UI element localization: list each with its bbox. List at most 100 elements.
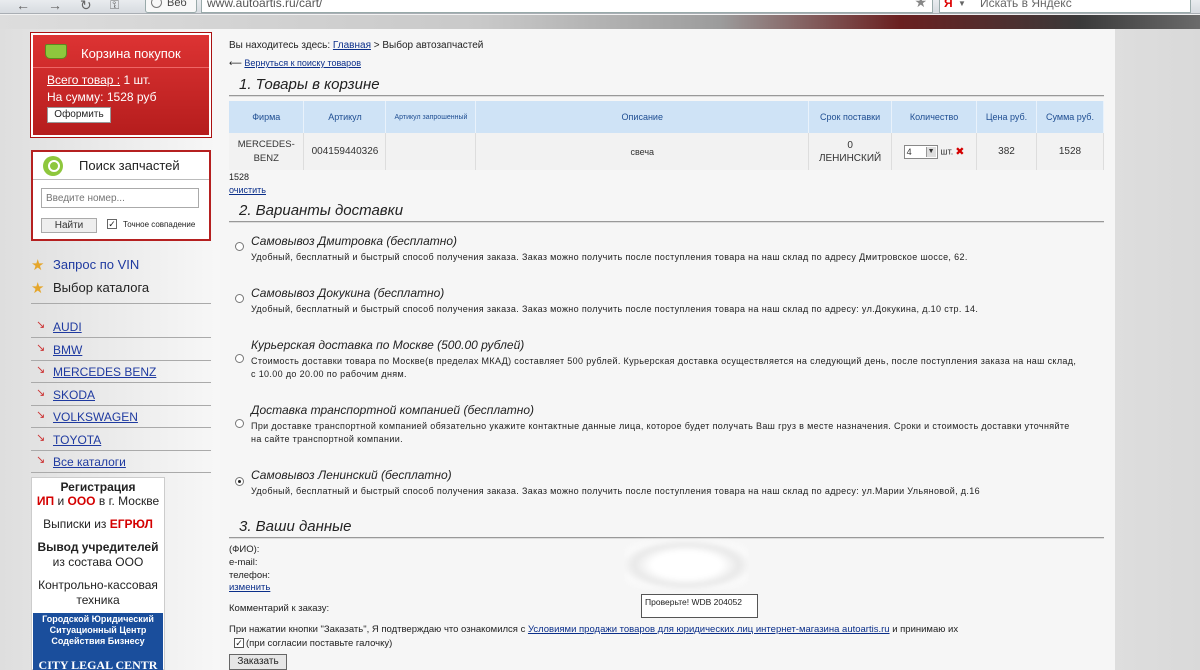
section-divider — [229, 537, 1104, 539]
find-button[interactable]: Найти — [41, 218, 97, 233]
sidebar-divider — [31, 303, 211, 304]
col-header: Описание — [475, 101, 810, 133]
globe-icon — [151, 0, 162, 8]
cart-widget-title: Корзина покупок — [81, 46, 181, 61]
section-title-delivery: 2. Варианты доставки — [239, 202, 404, 219]
back-to-search-link[interactable]: Вернуться к поиску товаров — [244, 58, 361, 68]
cart-widget-header: Корзина покупок — [33, 35, 209, 68]
fio-label: (ФИО): — [229, 544, 260, 555]
parts-search-title: Поиск запчастей — [79, 158, 180, 173]
exact-match-checkbox[interactable]: ✓ — [107, 219, 117, 229]
comment-label: Комментарий к заказу: — [229, 603, 330, 614]
delivery-radio-selected[interactable] — [235, 477, 244, 486]
sidebar-divider — [31, 382, 211, 383]
basket-icon — [45, 44, 67, 59]
back-to-search[interactable]: ⟵ Вернуться к поиску товаров — [229, 58, 361, 69]
dropdown-arrow-icon[interactable]: ▼ — [958, 0, 966, 11]
section-title-your-data: 3. Ваши данные — [239, 518, 352, 535]
cart-table: Фирма Артикул Артикул запрошенный Описан… — [229, 101, 1105, 170]
cell-requested — [385, 133, 477, 170]
parts-search-header: Поиск запчастей — [33, 152, 209, 180]
arrow-icon: ↘ — [36, 387, 46, 399]
star-icon: ★ — [31, 257, 45, 274]
arrow-icon: ↘ — [36, 342, 46, 354]
phone-label: телефон: — [229, 570, 271, 581]
breadcrumb: Вы находитесь здесь: Главная > Выбор авт… — [229, 40, 484, 51]
agree-checkbox[interactable]: ✓ — [234, 638, 244, 649]
yandex-icon: Я — [944, 0, 953, 10]
section-divider — [229, 95, 1104, 97]
col-header: Артикул запрошенный — [385, 101, 477, 133]
ad-blue-block: Городской Юридический Ситуационный Центр… — [33, 613, 163, 658]
delivery-radio[interactable] — [235, 242, 244, 251]
parts-search-widget: Поиск запчастей Найти ✓ Точное совпадени… — [31, 150, 211, 241]
redacted-personal-data — [625, 541, 748, 589]
ad-line: Контрольно-кассовая — [38, 578, 158, 592]
col-header: Сумма руб. — [1036, 101, 1105, 133]
sidebar-divider — [31, 405, 211, 406]
web-tab[interactable]: Веб — [145, 0, 197, 13]
table-row: MERCEDES-BENZ 004159440326 свеча 0 ЛЕНИНС… — [229, 133, 1105, 170]
agree-row: ✓ (при согласии поставьте галочку) — [234, 638, 393, 649]
sidebar-divider — [31, 427, 211, 428]
cell-quantity: 4 ▼ шт. ✖ — [891, 133, 978, 170]
search-icon — [43, 156, 63, 176]
email-label: e-mail: — [229, 557, 258, 568]
ad-line: из состава ООО — [52, 555, 144, 569]
ad-banner[interactable]: Регистрация ИП и ООО в г. Москве Выписки… — [31, 477, 165, 670]
order-button[interactable]: Заказать — [229, 654, 287, 670]
bookmark-star-icon[interactable]: ★ — [914, 0, 927, 9]
delivery-radio[interactable] — [235, 354, 244, 363]
arrow-icon: ↘ — [36, 364, 46, 376]
back-arrow-icon[interactable]: ← — [16, 0, 30, 13]
delivery-radio[interactable] — [235, 294, 244, 303]
ad-line: Вывод учредителей — [37, 540, 159, 554]
comment-field[interactable]: Проверьте! WDB 204052 — [641, 594, 758, 618]
terms-link[interactable]: Условиями продажи товаров для юридически… — [528, 624, 890, 635]
forward-arrow-icon[interactable]: → — [48, 0, 62, 13]
breadcrumb-home-link[interactable]: Главная — [333, 40, 371, 51]
col-header: Цена руб. — [976, 101, 1037, 133]
col-header: Срок поставки — [808, 101, 893, 133]
sidebar-divider — [31, 337, 211, 338]
section-title-cart: 1. Товары в корзине — [239, 76, 380, 93]
cart-sum: 1528 — [229, 172, 250, 182]
cell-total: 1528 — [1036, 133, 1105, 170]
cell-price: 382 — [976, 133, 1037, 170]
key-icon[interactable]: ⚿ — [110, 0, 119, 13]
cart-total-items-link[interactable]: Всего товар : — [47, 73, 120, 87]
cart-widget: Корзина покупок Всего товар : 1 шт. На с… — [30, 32, 212, 138]
sidebar-divider — [31, 450, 211, 451]
sidebar-divider — [31, 360, 211, 361]
chevron-down-icon: ▼ — [925, 146, 936, 157]
delete-icon[interactable]: ✖ — [955, 145, 964, 158]
cart-total-items: Всего товар : 1 шт. — [47, 73, 151, 87]
checkout-button[interactable]: Оформить — [47, 107, 111, 123]
ad-line: Выписки из ЕГРЮЛ — [43, 517, 153, 531]
cart-table-header: Фирма Артикул Артикул запрошенный Описан… — [229, 101, 1105, 133]
delivery-radio[interactable] — [235, 419, 244, 428]
col-header: Артикул — [303, 101, 387, 133]
back-arrow-icon: ⟵ — [229, 58, 242, 68]
header-strip — [0, 15, 1200, 29]
cell-description: свеча — [475, 133, 810, 170]
arrow-icon: ↘ — [36, 319, 46, 331]
terms-text: При нажатии кнопки "Заказать", Я подтвер… — [229, 624, 959, 635]
arrow-icon: ↘ — [36, 454, 46, 466]
ad-line: техника — [76, 593, 120, 607]
url-bar[interactable]: www.autoartis.ru/cart/★ — [201, 0, 933, 13]
part-number-input[interactable] — [41, 188, 199, 208]
cell-article: 004159440326 — [303, 133, 387, 170]
arrow-icon: ↘ — [36, 409, 46, 421]
sidebar-divider — [31, 472, 211, 473]
edit-link[interactable]: изменить — [229, 582, 270, 593]
col-header: Количество — [891, 101, 978, 133]
ad-line: ИП и ООО в г. Москве — [36, 494, 160, 508]
quantity-select[interactable]: 4 ▼ — [903, 144, 938, 159]
reload-icon[interactable]: ↻ — [80, 0, 92, 13]
cell-delivery: 0 ЛЕНИНСКИЙ — [808, 133, 893, 170]
exact-match-label: Точное совпадение — [123, 220, 196, 229]
ad-line: Регистрация — [60, 480, 136, 494]
browser-search-box[interactable]: Я ▼ Искать в Яндекс — [939, 0, 1191, 13]
clear-cart-link[interactable]: очистить — [229, 185, 266, 195]
